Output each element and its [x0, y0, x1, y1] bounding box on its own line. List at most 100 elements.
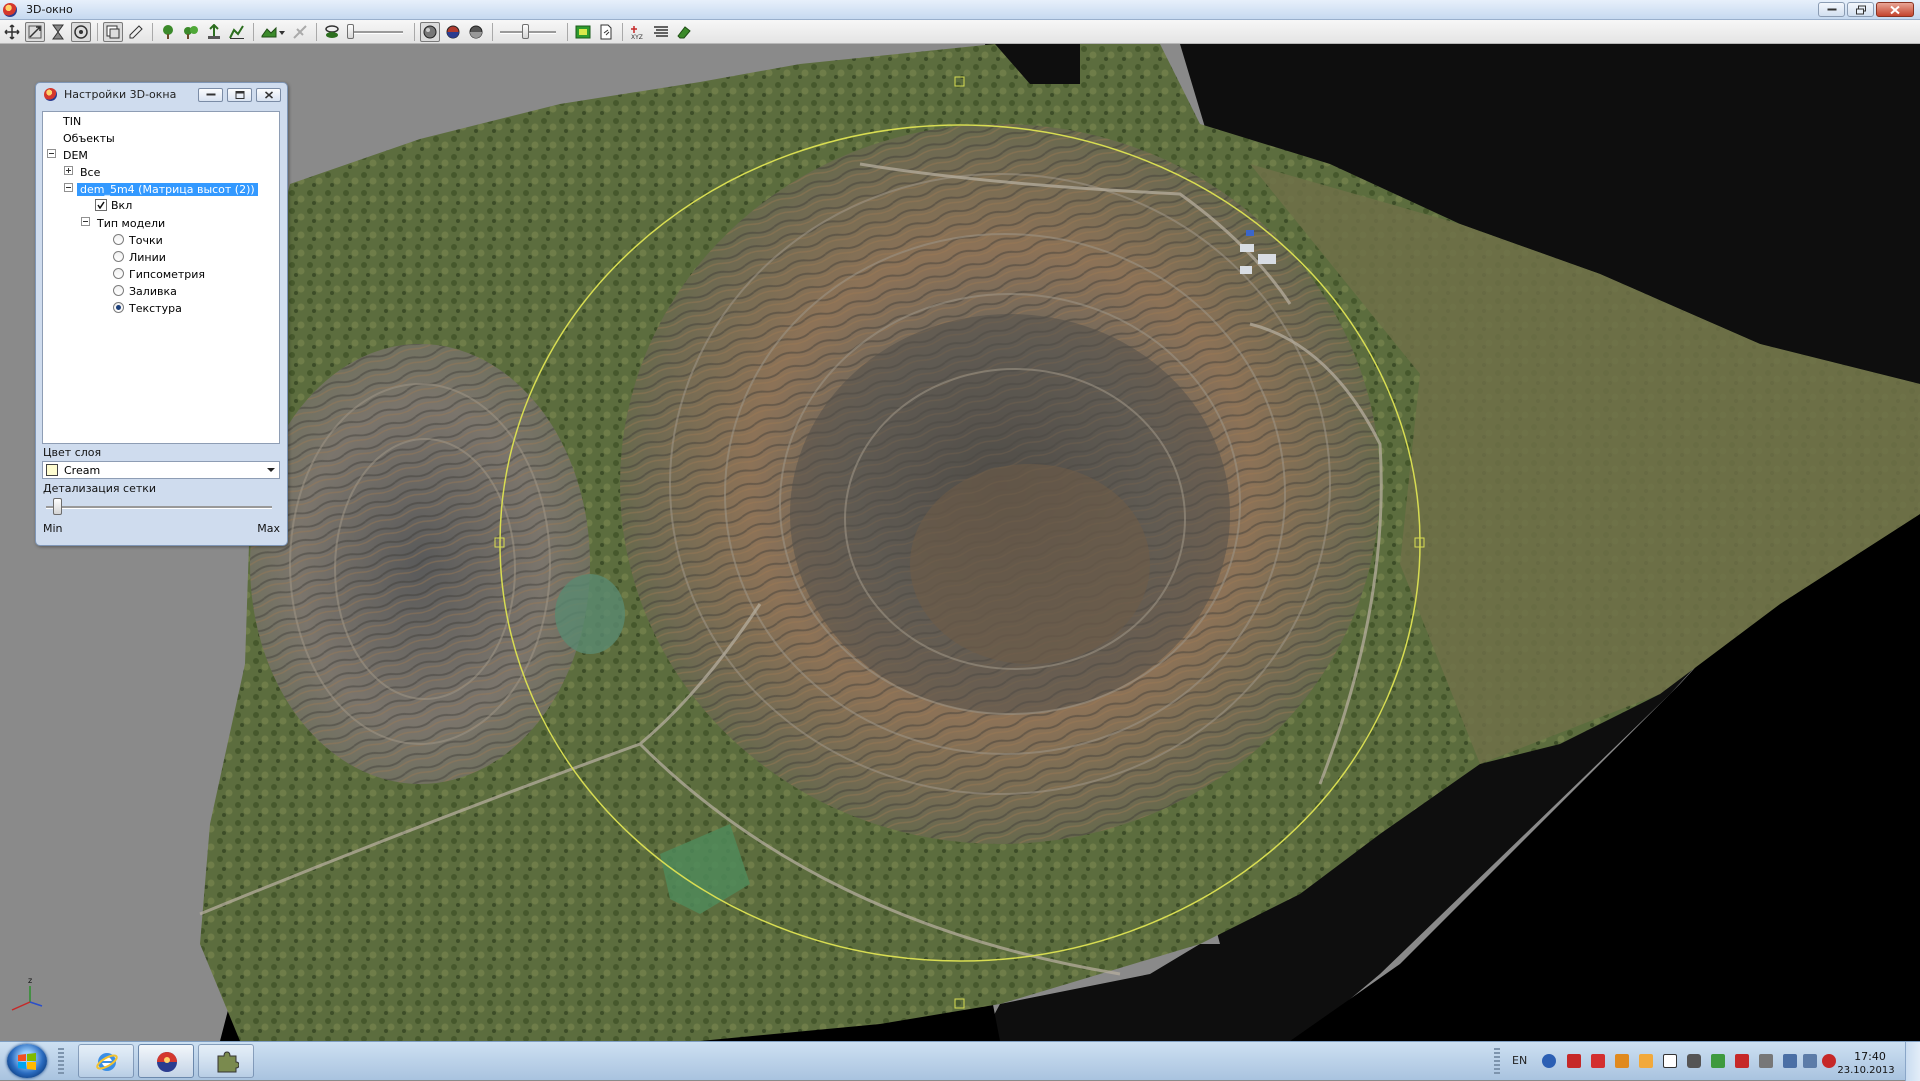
taskbar-app-puzzle[interactable] — [198, 1044, 254, 1078]
minimize-icon — [1827, 8, 1836, 10]
display-icon[interactable] — [1803, 1054, 1817, 1068]
close-icon — [264, 91, 273, 99]
eraser-icon — [677, 25, 691, 38]
eraser-button[interactable] — [674, 22, 694, 42]
radio-fill[interactable] — [113, 285, 124, 296]
select-icon — [28, 25, 42, 38]
network-icon[interactable] — [1542, 1054, 1556, 1068]
taskbar-grip[interactable] — [58, 1048, 64, 1075]
elevation-button[interactable] — [204, 22, 224, 42]
terrain-dropdown-button[interactable] — [259, 22, 287, 42]
sphere-gray-button[interactable] — [420, 21, 440, 42]
tree-item-dem[interactable]: DEM — [63, 148, 88, 164]
tree-item-tin[interactable]: TIN — [63, 114, 81, 130]
battery-icon[interactable] — [1711, 1054, 1725, 1068]
radio-texture[interactable] — [113, 302, 124, 313]
taskbar-app-internet-explorer[interactable] — [78, 1044, 134, 1078]
panel-close-button[interactable] — [256, 88, 281, 102]
radio-lines[interactable] — [113, 251, 124, 262]
close-button[interactable] — [1876, 2, 1914, 17]
tray-grip[interactable] — [1494, 1048, 1500, 1075]
select-button[interactable] — [25, 21, 45, 42]
show-desktop-button[interactable] — [1905, 1042, 1920, 1081]
option-points-label: Точки — [129, 234, 163, 247]
clock-time[interactable]: 17:40 — [1850, 1050, 1890, 1063]
radio-points[interactable] — [113, 234, 124, 245]
start-button[interactable] — [7, 1044, 47, 1078]
tree-item-all[interactable]: Все — [80, 165, 100, 181]
puzzle-app-icon — [217, 1051, 239, 1073]
language-indicator[interactable]: EN — [1512, 1054, 1527, 1067]
layers-button[interactable] — [103, 21, 123, 42]
tree-item-model-type[interactable]: Тип модели — [97, 216, 165, 232]
map-green-icon — [575, 25, 591, 38]
usb-icon[interactable] — [1759, 1054, 1773, 1068]
edit-button[interactable] — [126, 22, 146, 42]
elevation-icon — [208, 23, 220, 39]
minimize-icon — [206, 93, 215, 96]
svg-text:XYZ: XYZ — [631, 34, 643, 40]
disabled-tool-icon — [293, 24, 307, 39]
clock-date[interactable]: 23.10.2013 — [1836, 1065, 1896, 1076]
3d-viewport[interactable]: z — [0, 44, 1920, 1041]
camera-path-button[interactable] — [322, 22, 342, 42]
mesh-detail-thumb[interactable] — [53, 498, 62, 515]
tool-icon[interactable] — [1615, 1054, 1629, 1068]
toolbar-separator — [253, 22, 254, 41]
xyz-axis-button[interactable]: XYZ — [628, 22, 648, 42]
document-button[interactable] — [596, 22, 616, 42]
layer-collapse-icon[interactable] — [64, 183, 73, 192]
tree-item-dem-layer[interactable]: dem_5m4 (Матрица высот (2)) — [77, 182, 258, 198]
volume-icon[interactable] — [1687, 1054, 1701, 1068]
map-green-button[interactable] — [573, 22, 593, 42]
restore-button[interactable] — [1847, 2, 1874, 17]
on-checkbox[interactable] — [95, 199, 107, 211]
list-button[interactable] — [651, 22, 671, 42]
pan-button[interactable] — [2, 22, 22, 42]
minimize-button[interactable] — [1818, 2, 1845, 17]
panel-title-bar[interactable]: Настройки 3D-окна — [36, 83, 287, 105]
slider-thumb[interactable] — [522, 23, 529, 39]
panel-minimize-button[interactable] — [198, 88, 223, 102]
profile-button[interactable] — [227, 22, 247, 42]
tree-group-button[interactable] — [181, 22, 201, 42]
model-type-collapse-icon[interactable] — [81, 217, 90, 226]
sphere-color-button[interactable] — [443, 22, 463, 42]
monitor-icon[interactable] — [1783, 1054, 1797, 1068]
document-x-icon[interactable] — [1663, 1054, 1677, 1068]
dem-collapse-icon[interactable] — [47, 149, 56, 158]
option-lines-label: Линии — [129, 251, 166, 264]
rotate-button[interactable] — [71, 21, 91, 42]
camera-path-icon — [325, 24, 339, 38]
app-orange-icon[interactable] — [1639, 1054, 1653, 1068]
terrain-scene[interactable]: z — [0, 44, 1920, 1041]
all-expand-icon[interactable] — [64, 166, 73, 175]
antivirus-icon[interactable] — [1822, 1054, 1836, 1068]
disabled-tool-button[interactable] — [290, 22, 310, 42]
mesh-detail-min-label: Min — [43, 522, 63, 535]
sphere-shaded-button[interactable] — [466, 22, 486, 42]
toolbar-separator — [316, 22, 317, 41]
tree-add-button[interactable] — [158, 22, 178, 42]
option-hypsometry-label: Гипсометрия — [129, 268, 206, 281]
taskbar-app-3d[interactable] — [138, 1044, 194, 1078]
wait-button[interactable] — [48, 22, 68, 42]
toolbar-slider-speed[interactable] — [345, 22, 405, 42]
option-fill-label: Заливка — [129, 285, 177, 298]
flag-icon[interactable] — [1735, 1054, 1749, 1068]
color-swatch — [46, 464, 58, 476]
toolbar-slider-zoom[interactable] — [498, 22, 558, 42]
panel-maximize-button[interactable] — [227, 88, 252, 102]
panel-title: Настройки 3D-окна — [64, 88, 177, 101]
tree-item-objects[interactable]: Объекты — [63, 131, 115, 147]
layer-color-select[interactable]: Cream — [42, 461, 280, 479]
terrain-dropdown-icon — [261, 26, 285, 37]
axis-gizmo-icon: z — [11, 976, 43, 1011]
pdf-icon[interactable] — [1591, 1054, 1605, 1068]
settings-tree: TIN Объекты DEM Все dem_5m4 (Матрица выс… — [42, 111, 280, 444]
acrobat-icon[interactable] — [1567, 1054, 1581, 1068]
slider-thumb[interactable] — [347, 23, 354, 39]
mesh-detail-slider[interactable] — [42, 497, 280, 519]
radio-hypsometry[interactable] — [113, 268, 124, 279]
layer-color-value: Cream — [64, 464, 101, 477]
